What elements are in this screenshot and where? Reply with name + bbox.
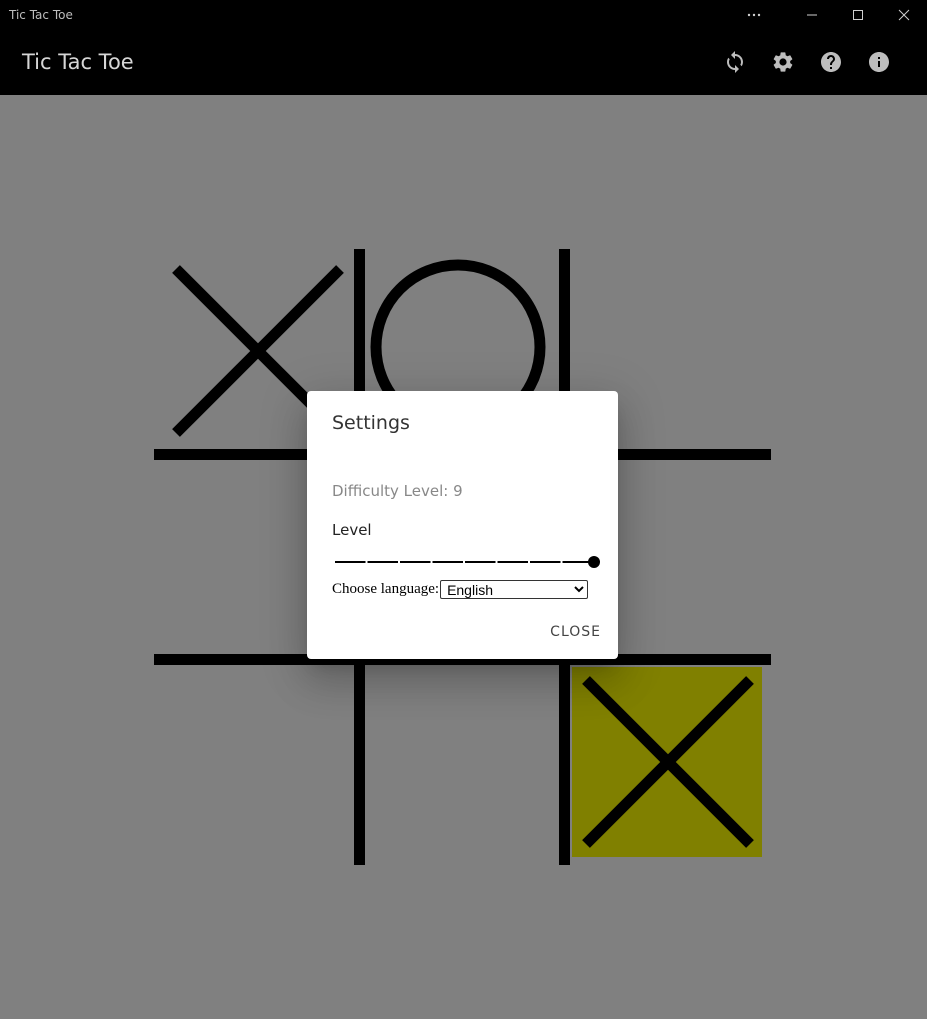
gear-icon (773, 52, 793, 72)
maximize-icon (853, 10, 863, 20)
dialog-title: Settings (332, 412, 410, 434)
difficulty-level-text: Difficulty Level: 9 (332, 482, 463, 500)
board-cell-7[interactable] (365, 665, 559, 865)
more-icon (747, 13, 761, 17)
level-slider[interactable] (332, 554, 600, 570)
settings-button[interactable] (769, 48, 797, 76)
level-slider-track (335, 556, 600, 568)
info-icon (869, 52, 889, 72)
app-title: Tic Tac Toe (22, 50, 134, 74)
close-icon (898, 9, 910, 21)
language-row: Choose language: English (332, 580, 589, 599)
close-window-button[interactable] (881, 0, 927, 30)
slider-thumb[interactable] (588, 556, 600, 568)
help-icon (821, 52, 841, 72)
restart-button[interactable] (721, 48, 749, 76)
settings-dialog: Settings Difficulty Level: 9 Level Choos… (307, 391, 618, 659)
about-button[interactable] (865, 48, 893, 76)
window-title: Tic Tac Toe (9, 8, 73, 22)
minimize-button[interactable] (789, 0, 835, 30)
help-button[interactable] (817, 48, 845, 76)
more-button[interactable] (731, 0, 777, 30)
maximize-button[interactable] (835, 0, 881, 30)
minimize-icon (807, 14, 817, 16)
window-title-bar: Tic Tac Toe (0, 0, 927, 30)
level-label: Level (332, 521, 372, 539)
board-cell-6[interactable] (154, 665, 354, 865)
app-bar: Tic Tac Toe (0, 30, 927, 95)
language-select[interactable]: English (440, 580, 589, 599)
refresh-icon (727, 51, 743, 73)
close-button[interactable]: CLOSE (550, 624, 601, 640)
language-label: Choose language: (332, 581, 440, 597)
